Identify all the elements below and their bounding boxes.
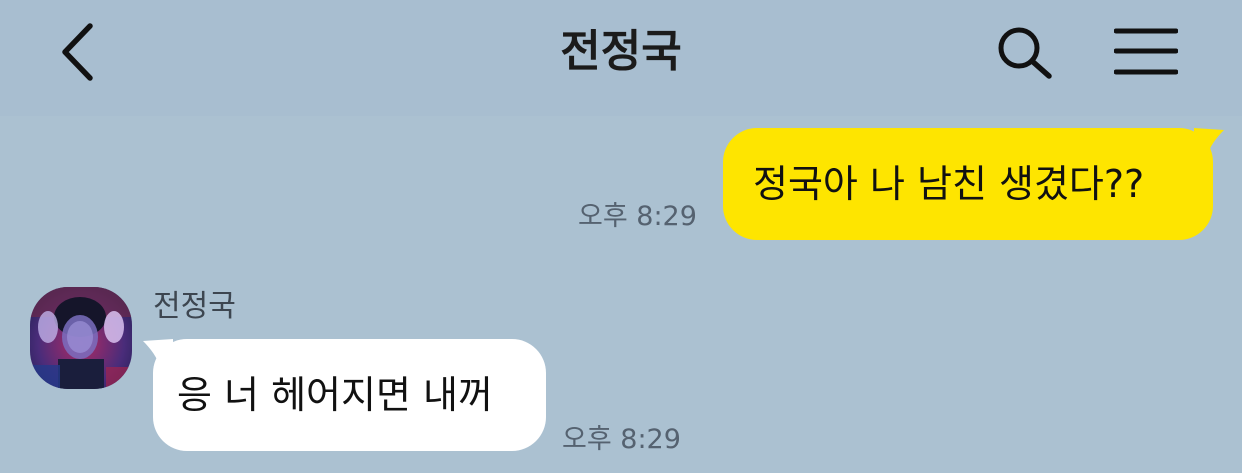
- my-message-bubble[interactable]: 정국아 나 남친 생겼다??: [723, 128, 1213, 240]
- my-message-time: 오후 8:29: [578, 201, 697, 232]
- friend-bubble-tail: [143, 339, 173, 369]
- back-button[interactable]: [56, 20, 106, 84]
- friend-message-time: 오후 8:29: [562, 424, 681, 455]
- chat-header: 전정국: [0, 0, 1242, 116]
- sender-name: 전정국: [153, 289, 236, 324]
- menu-button[interactable]: [1113, 26, 1179, 78]
- friend-message-bubble[interactable]: 응 너 헤어지면 내꺼: [153, 339, 546, 451]
- chevron-left-icon: [62, 23, 93, 81]
- my-bubble-tail: [1194, 128, 1224, 158]
- search-button[interactable]: [994, 24, 1056, 82]
- hamburger-menu-icon: [1113, 28, 1179, 75]
- search-icon: [998, 27, 1052, 79]
- avatar[interactable]: [30, 287, 132, 389]
